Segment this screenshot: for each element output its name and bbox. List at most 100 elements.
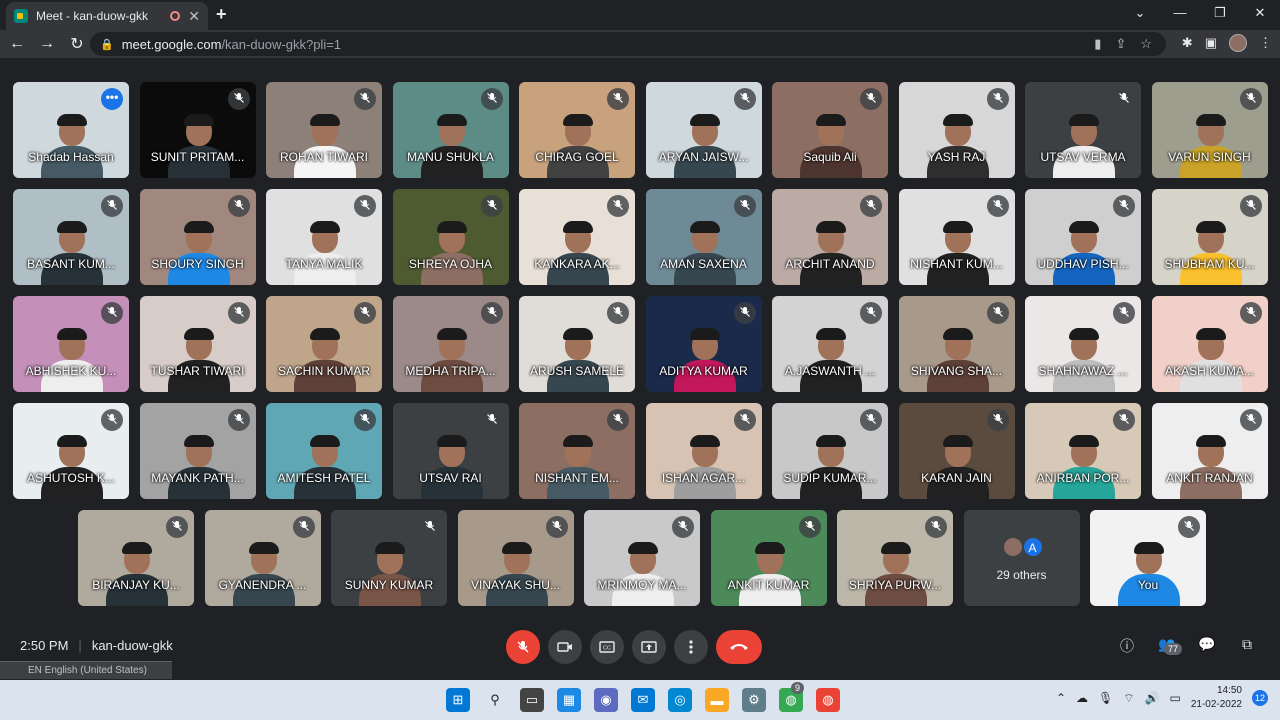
new-tab-button[interactable]: + (216, 4, 227, 25)
participant-tile[interactable]: SHREYA OJHA (392, 189, 509, 285)
participant-tile[interactable]: ANKIT RANJAN (1151, 403, 1268, 499)
side-panel-icon[interactable]: ▣ (1205, 35, 1217, 51)
windows-start-icon[interactable]: ⊞ (446, 688, 470, 712)
camera-in-use-icon[interactable]: ▮ (1094, 36, 1101, 52)
reload-button[interactable]: ↻ (64, 34, 90, 54)
participant-tile[interactable]: ASHUTOSH K... (13, 403, 129, 499)
chrome-profile-icon[interactable]: ◍ (816, 688, 840, 712)
participant-tile[interactable]: MRINMOY MA... (584, 510, 700, 606)
participant-tile[interactable]: SHUBHAM KU... (1151, 189, 1268, 285)
participant-tile[interactable]: SHOURY SINGH (139, 189, 256, 285)
extensions-puzzle-icon[interactable]: ✱ (1182, 35, 1193, 51)
participant-tile[interactable]: UDDHAV PISH... (1025, 189, 1141, 285)
participant-tile[interactable]: ARCHIT ANAND (772, 189, 888, 285)
present-screen-button[interactable] (632, 630, 666, 664)
participant-tile[interactable]: MANU SHUKLA (392, 82, 509, 178)
taskbar-clock[interactable]: 14:50 21-02-2022 (1191, 684, 1242, 712)
participant-tile[interactable]: NISHANT EM... (519, 403, 635, 499)
widgets-icon[interactable]: ▦ (557, 688, 581, 712)
participant-tile[interactable]: ABHISHEK KU... (13, 296, 129, 392)
microphone-toggle-button[interactable] (506, 630, 540, 664)
meeting-code: kan-duow-gkk (91, 638, 173, 653)
hair-shape (816, 221, 846, 233)
forward-button[interactable]: → (34, 35, 60, 53)
back-button[interactable]: ← (4, 35, 30, 53)
participant-tile[interactable]: BIRANJAY KU... (78, 510, 194, 606)
search-icon[interactable]: ⚲ (483, 688, 507, 712)
participant-tile[interactable]: UTSAV RAI (392, 403, 509, 499)
participant-tile[interactable]: SUNIT PRITAM... (139, 82, 256, 178)
participant-tile[interactable]: ANKIT KUMAR (710, 510, 827, 606)
participant-tile[interactable]: UTSAV VERMA (1025, 82, 1141, 178)
volume-icon[interactable]: 🔊 (1145, 691, 1160, 705)
microphone-tray-icon[interactable]: 🎙 (1098, 691, 1113, 705)
participant-tile[interactable]: CHIRAG GOEL (519, 82, 635, 178)
battery-icon[interactable]: ▭ (1170, 691, 1181, 705)
participant-tile[interactable]: SACHIN KUMAR (266, 296, 382, 392)
chrome-icon[interactable]: ◍ 9 (779, 682, 805, 712)
participant-tile[interactable]: AMITESH PATEL (266, 403, 382, 499)
more-options-icon[interactable]: ••• (101, 88, 123, 110)
browser-menu-icon[interactable]: ⋮ (1259, 35, 1272, 51)
participant-tile[interactable]: YASH RAJ (898, 82, 1015, 178)
teams-chat-icon[interactable]: ◉ (594, 688, 618, 712)
meeting-details-info-icon[interactable]: ⓘ (1116, 636, 1138, 669)
mail-icon[interactable]: ✉ (631, 688, 655, 712)
participant-tile[interactable]: ARUSH SAMELE (519, 296, 635, 392)
participant-tile[interactable]: KANKARA AK... (519, 189, 635, 285)
leave-call-button[interactable] (716, 630, 762, 664)
participant-tile[interactable]: A.JASWANTH ... (772, 296, 888, 392)
participant-tile[interactable]: NISHANT KUM... (898, 189, 1015, 285)
close-window-button[interactable]: ✕ (1240, 0, 1280, 28)
participant-tile[interactable]: AMAN SAXENA (645, 189, 762, 285)
people-icon[interactable]: 👥77 (1156, 636, 1182, 669)
bookmark-star-icon[interactable]: ☆ (1140, 36, 1152, 52)
participant-tile[interactable]: AKASH KUMA... (1151, 296, 1268, 392)
participant-tile[interactable]: SHIVANG SHA... (898, 296, 1015, 392)
onedrive-cloud-icon[interactable]: ☁ (1076, 691, 1088, 705)
tab-close-icon[interactable]: ✕ (188, 8, 200, 25)
participant-tile[interactable]: SHRIYA PURW... (837, 510, 953, 606)
participant-tile[interactable]: ADITYA KUMAR (645, 296, 762, 392)
participant-tile[interactable]: Saquib Ali (772, 82, 888, 178)
share-icon[interactable]: ⇪ (1115, 36, 1126, 52)
browser-tab[interactable]: Meet - kan-duow-gkk ✕ (6, 2, 208, 30)
participant-tile[interactable]: ISHAN AGAR... (645, 403, 762, 499)
others-tile[interactable]: A 29 others (963, 510, 1080, 606)
more-options-button[interactable] (674, 630, 708, 664)
task-view-icon[interactable]: ▭ (520, 688, 544, 712)
minimize-button[interactable]: — (1160, 0, 1200, 28)
hair-shape (57, 328, 87, 340)
participant-tile[interactable]: TANYA MALIK (266, 189, 382, 285)
participant-tile[interactable]: SUNNY KUMAR (331, 510, 447, 606)
participant-tile[interactable]: SUDIP KUMAR... (772, 403, 888, 499)
activities-icon[interactable]: ⧉ (1236, 636, 1258, 669)
profile-avatar[interactable] (1229, 34, 1247, 52)
participant-tile[interactable]: VARUN SINGH (1151, 82, 1268, 178)
participant-tile[interactable]: SHAHNAWAZ ... (1025, 296, 1141, 392)
participant-tile[interactable]: GYANENDRA ... (204, 510, 321, 606)
participant-tile[interactable]: MAYANK PATH... (139, 403, 256, 499)
notification-count[interactable]: 12 (1252, 690, 1268, 706)
tab-search-icon[interactable]: ⌄ (1120, 0, 1160, 28)
participant-tile[interactable]: BASANT KUM... (13, 189, 129, 285)
participant-tile[interactable]: KARAN JAIN (898, 403, 1015, 499)
participant-tile[interactable]: ARYAN JAISW... (645, 82, 762, 178)
captions-button[interactable]: CC (590, 630, 624, 664)
camera-toggle-button[interactable] (548, 630, 582, 664)
participant-tile[interactable]: ANIRBAN POR... (1025, 403, 1141, 499)
participant-tile[interactable]: VINAYAK SHU... (457, 510, 574, 606)
chat-icon[interactable]: 💬 (1196, 636, 1218, 669)
self-video-tile[interactable]: You (1090, 510, 1206, 606)
participant-tile[interactable]: Shadab Hassan ••• (13, 82, 129, 178)
participant-tile[interactable]: ROHAN TIWARI (266, 82, 382, 178)
participant-tile[interactable]: TUSHAR TIWARI (139, 296, 256, 392)
edge-icon[interactable]: ◎ (668, 688, 692, 712)
settings-gear-icon[interactable]: ⚙ (742, 688, 766, 712)
file-explorer-icon[interactable]: ▬ (705, 688, 729, 712)
address-bar[interactable]: 🔒 meet.google.com /kan-duow-gkk?pli=1 ▮ … (90, 32, 1166, 56)
wifi-icon[interactable]: ⌔ (1123, 691, 1134, 706)
chevron-up-icon[interactable]: ⌃ (1056, 691, 1066, 705)
maximize-button[interactable]: ❐ (1200, 0, 1240, 28)
participant-tile[interactable]: MEDHA TRIPA... (392, 296, 509, 392)
